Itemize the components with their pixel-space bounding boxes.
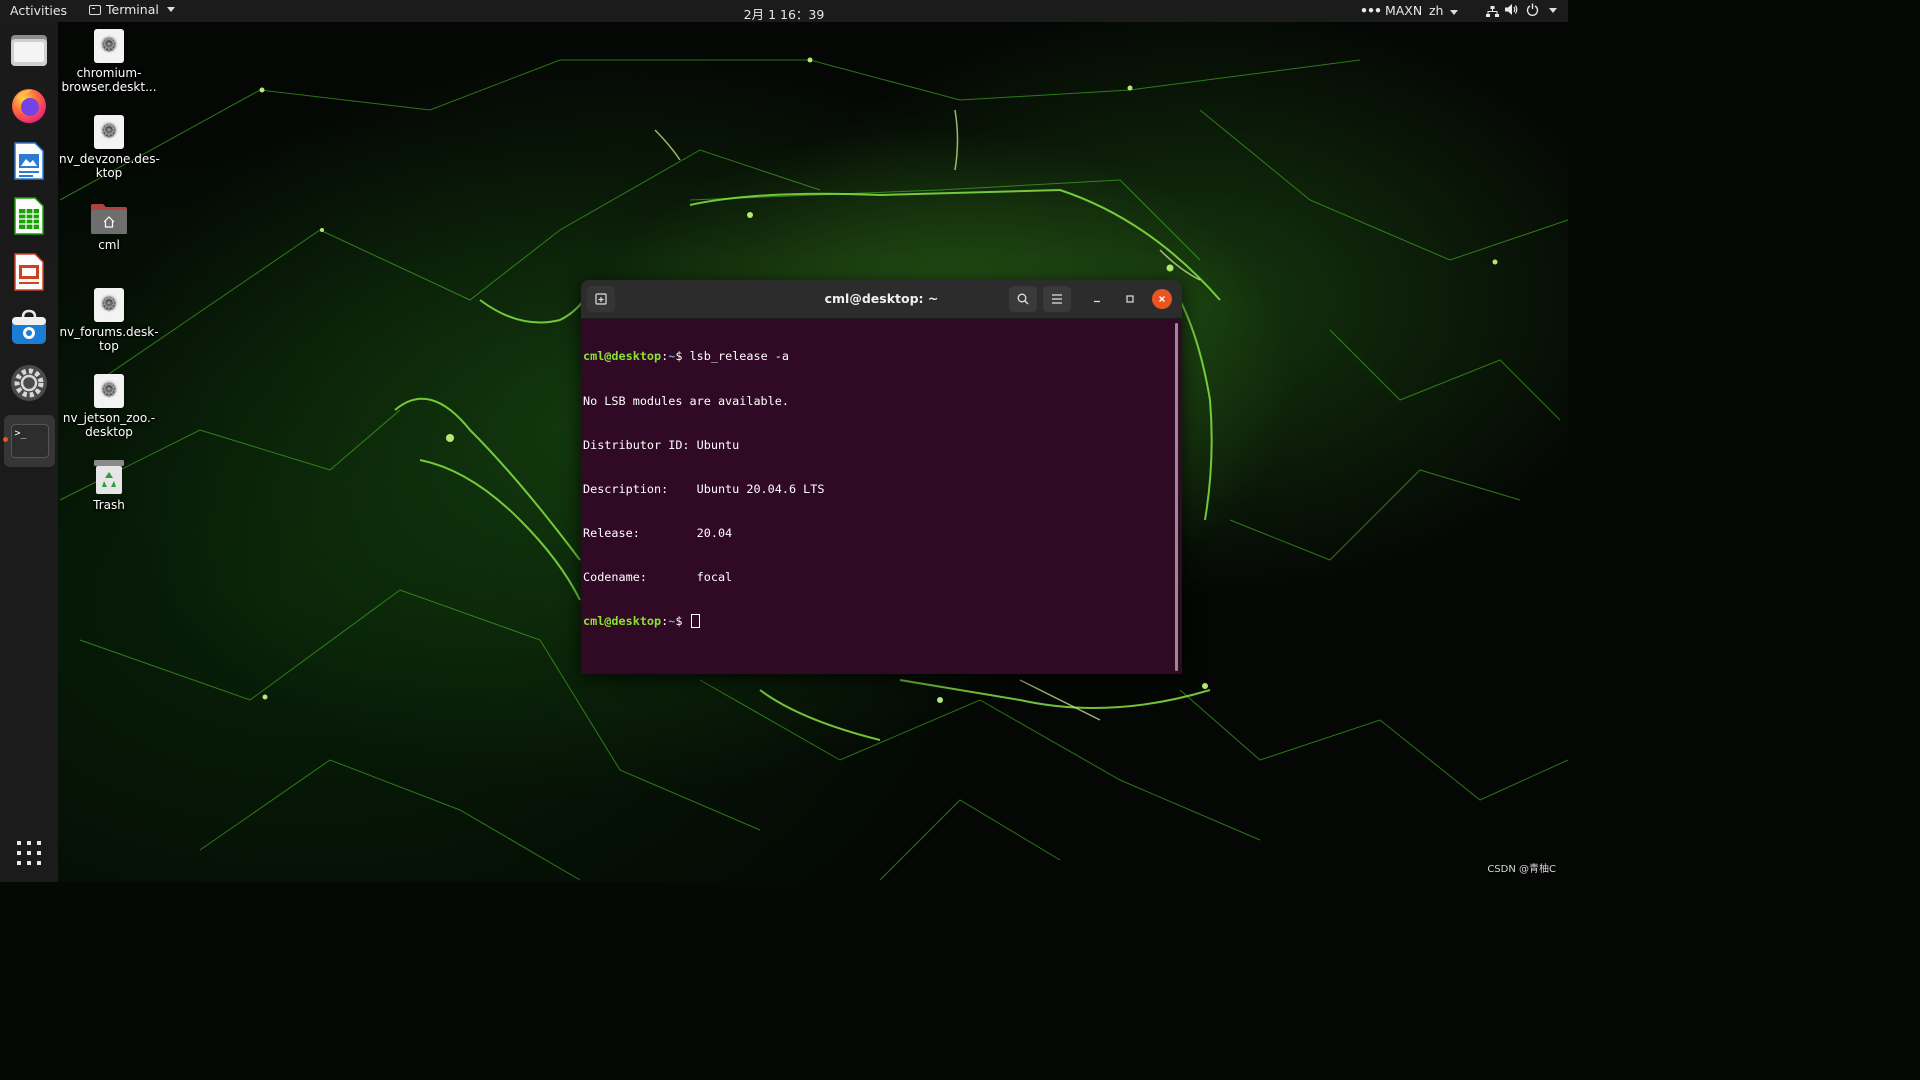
network-wired-icon[interactable] xyxy=(1486,5,1499,20)
desktop-icon-nv-devzone[interactable]: ⚙ nv_devzone.des- ktop xyxy=(59,115,160,180)
terminal-glyph: >_ xyxy=(14,428,27,439)
app-grid-icon xyxy=(17,841,41,865)
desktop-icon-label: nv_forums.desk- xyxy=(59,325,159,339)
desktop-icon-label: nv_jetson_zoo.- xyxy=(62,411,156,425)
clock-datetime[interactable]: 2月 1 16：39 xyxy=(744,7,825,22)
trash-icon xyxy=(94,459,124,495)
gear-icon: ⚙ xyxy=(101,380,117,400)
dock-item-firefox[interactable] xyxy=(8,84,50,126)
dock-item-writer[interactable] xyxy=(8,140,50,182)
activities-button[interactable]: Activities xyxy=(10,3,67,18)
dock-item-software[interactable] xyxy=(8,306,50,348)
settings-icon xyxy=(11,365,47,401)
dock-item-show-apps[interactable] xyxy=(8,832,50,874)
language-label: zh xyxy=(1429,3,1444,18)
minimize-button[interactable] xyxy=(1087,289,1107,309)
maximize-icon xyxy=(1126,295,1134,303)
terminal-prompt-line: cml@desktop:~$ xyxy=(583,613,824,629)
top-panel: Activities Terminal 2月 1 16：39 ••• MAXN … xyxy=(0,0,1568,22)
dock-item-impress[interactable] xyxy=(8,251,50,293)
gear-icon: ⚙ xyxy=(101,35,117,55)
command-text: lsb_release -a xyxy=(689,349,790,364)
desktop-icon-label: Trash xyxy=(93,498,125,512)
chevron-down-icon[interactable] xyxy=(1549,8,1557,13)
calc-icon xyxy=(14,197,44,235)
desktop-icon-home-folder[interactable]: cml xyxy=(59,203,159,252)
folder-icon xyxy=(11,35,47,66)
dock: >_ xyxy=(0,22,58,882)
writer-icon xyxy=(14,142,44,180)
power-icon[interactable] xyxy=(1526,3,1539,19)
dots-icon: ••• xyxy=(1360,3,1382,18)
desktop-file-icon: ⚙ xyxy=(94,115,124,149)
dock-item-calc[interactable] xyxy=(8,195,50,237)
software-store-icon xyxy=(12,309,46,344)
terminal-output-line: Description: Ubuntu 20.04.6 LTS xyxy=(583,481,825,496)
terminal-headerbar[interactable]: cml@desktop: ~ xyxy=(581,280,1182,319)
text-cursor xyxy=(690,613,700,628)
power-mode-label: MAXN xyxy=(1384,3,1423,18)
firefox-icon xyxy=(12,89,46,123)
search-icon xyxy=(1017,293,1029,305)
dock-item-files[interactable] xyxy=(8,29,50,71)
terminal-output-line: Distributor ID: Ubuntu xyxy=(583,437,740,452)
power-mode-indicator[interactable]: ••• MAXN xyxy=(1360,3,1422,18)
desktop-file-icon: ⚙ xyxy=(94,288,124,322)
desktop-icon-label: nv_devzone.des- xyxy=(59,152,160,166)
terminal-content[interactable]: cml@desktop:~$ lsb_release -a No LSB mod… xyxy=(581,319,1182,674)
impress-icon xyxy=(14,253,44,291)
desktop-icon-label: cml xyxy=(98,238,120,252)
desktop-icon-label: browser.deskt... xyxy=(61,80,157,94)
desktop-file-icon: ⚙ xyxy=(94,29,124,63)
input-language-indicator[interactable]: zh xyxy=(1429,3,1459,18)
desktop-icon-label: top xyxy=(99,339,119,353)
app-menu-button[interactable]: Terminal xyxy=(89,2,175,17)
home-folder-icon xyxy=(90,203,128,235)
hamburger-icon xyxy=(1052,294,1062,304)
minimize-icon xyxy=(1094,300,1100,303)
gear-icon: ⚙ xyxy=(101,121,117,141)
desktop-icon-label: desktop xyxy=(85,425,133,439)
terminal-small-icon xyxy=(89,4,101,15)
close-button[interactable] xyxy=(1152,289,1172,309)
terminal-output-line: No LSB modules are available. xyxy=(583,393,789,408)
close-icon xyxy=(1159,296,1165,302)
watermark-text: CSDN @青柚C xyxy=(1487,864,1556,875)
terminal-output-line: Release: 20.04 xyxy=(583,525,733,540)
new-tab-icon xyxy=(595,293,607,305)
chevron-down-icon xyxy=(166,7,175,12)
prompt-symbol: $ xyxy=(675,349,690,364)
dock-item-settings[interactable] xyxy=(8,362,50,404)
prompt-user: cml@desktop xyxy=(583,349,662,364)
terminal-icon: >_ xyxy=(10,424,49,458)
desktop-icon-nv-forums[interactable]: ⚙ nv_forums.desk- top xyxy=(59,288,159,353)
prompt-symbol: $ xyxy=(675,613,690,628)
app-menu-label: Terminal xyxy=(106,2,159,17)
chevron-down-icon xyxy=(1450,10,1459,15)
search-button[interactable] xyxy=(1009,286,1037,312)
hamburger-menu-button[interactable] xyxy=(1043,286,1071,312)
new-tab-button[interactable] xyxy=(587,286,615,312)
volume-icon[interactable] xyxy=(1504,3,1518,19)
desktop-icon-label: chromium- xyxy=(76,66,142,80)
terminal-output-line: Codename: focal xyxy=(583,569,733,584)
desktop-icon-label: ktop xyxy=(95,166,123,180)
terminal-command-line: cml@desktop:~$ lsb_release -a xyxy=(583,349,824,364)
dock-item-terminal[interactable]: >_ xyxy=(4,415,55,467)
desktop-icon-nv-jetson-zoo[interactable]: ⚙ nv_jetson_zoo.- desktop xyxy=(59,374,159,439)
terminal-window[interactable]: cml@desktop: ~ cml@desktop:~$ lsb_releas… xyxy=(581,280,1182,674)
running-indicator xyxy=(3,437,8,442)
gear-icon: ⚙ xyxy=(101,294,117,314)
desktop-icon-trash[interactable]: Trash xyxy=(59,459,159,512)
prompt-user: cml@desktop xyxy=(583,613,662,628)
scrollbar[interactable] xyxy=(1175,323,1178,671)
desktop-icon-chromium[interactable]: ⚙ chromium- browser.deskt... xyxy=(59,29,159,94)
maximize-button[interactable] xyxy=(1120,289,1140,309)
desktop-file-icon: ⚙ xyxy=(94,374,124,408)
